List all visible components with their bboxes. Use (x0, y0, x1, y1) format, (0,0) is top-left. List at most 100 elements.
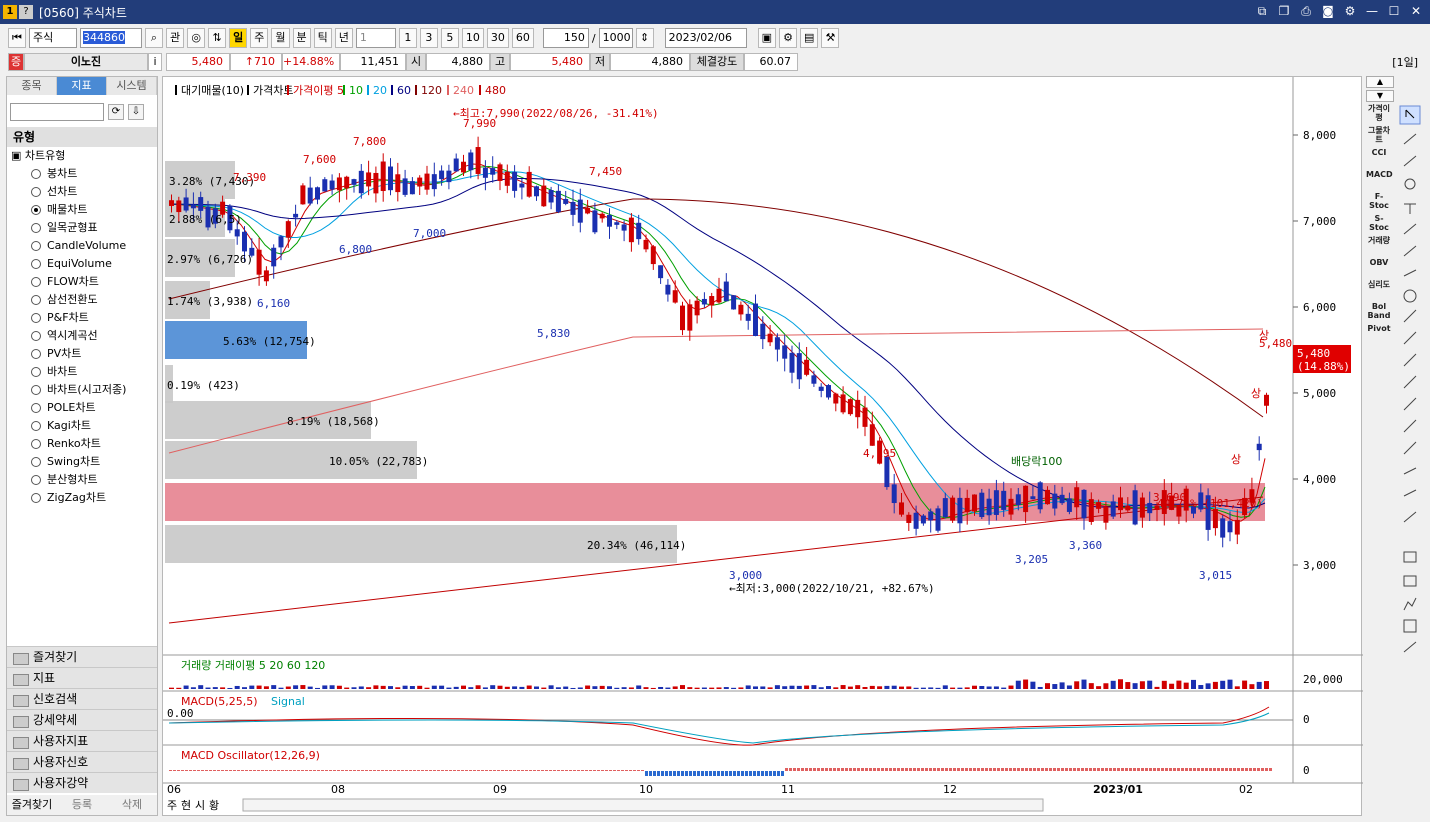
info-icon[interactable]: i (148, 53, 162, 71)
total-input[interactable]: 1000 (598, 28, 633, 48)
interval-30[interactable]: 30 (486, 28, 509, 48)
period-year[interactable]: 년 (334, 28, 353, 48)
chart-type-item[interactable]: Renko차트 (7, 435, 157, 453)
copy-icon[interactable]: ❐ (1276, 3, 1292, 19)
speed-line-icon[interactable] (1403, 441, 1417, 455)
radio-icon[interactable] (31, 259, 41, 269)
delete-button[interactable]: 삭제 (107, 795, 157, 815)
folder-item[interactable]: 사용자신호 (7, 751, 157, 772)
chart-type-item[interactable]: 일목균형표 (7, 219, 157, 237)
line-tool-icon[interactable] (1403, 155, 1417, 167)
chart-type-item[interactable]: 바차트 (7, 363, 157, 381)
print-icon[interactable]: ⎙ (1298, 3, 1314, 19)
subsection-title[interactable]: ▣ 차트유형 (7, 147, 157, 165)
scroll-down-icon[interactable]: ▼ (1366, 90, 1394, 102)
tab-system[interactable]: 시스템 (107, 77, 157, 95)
radio-icon[interactable] (31, 241, 41, 251)
download-icon[interactable]: ⇩ (128, 104, 144, 120)
window-icon[interactable] (1403, 551, 1417, 563)
minimize-icon[interactable]: — (1364, 3, 1380, 19)
gann-icon[interactable] (1403, 353, 1417, 367)
bar-chart-icon[interactable] (1403, 597, 1417, 611)
camera-icon[interactable]: ◙ (1320, 3, 1336, 19)
indicator-tool-item[interactable]: MACD (1366, 170, 1393, 190)
trend-line-icon[interactable] (1403, 223, 1417, 235)
chart-type-item[interactable]: EquiVolume (7, 255, 157, 273)
indicator-tool-item[interactable]: F-Stoc (1366, 192, 1392, 212)
ray-line-icon[interactable] (1403, 245, 1417, 257)
refresh-icon[interactable]: ⟳ (108, 104, 124, 120)
chart-type-item[interactable]: Swing차트 (7, 453, 157, 471)
chart-type-item[interactable]: 매물차트 (7, 201, 157, 219)
chart-area[interactable]: 대기매물(10) 가격차트 가격이평 5 10 20 60 120 240 480 8,000 7,… (162, 76, 1363, 816)
interval-5[interactable]: 5 (440, 28, 459, 48)
folder-item[interactable]: 사용자지표 (7, 730, 157, 751)
save-icon[interactable]: ▣ (757, 28, 776, 48)
tab-indicators[interactable]: 지표 (57, 77, 107, 95)
drawing-tools-svg[interactable] (1398, 104, 1422, 664)
search-icon[interactable]: ⌕ (145, 28, 163, 48)
folder-item[interactable]: 지표 (7, 667, 157, 688)
fibo-icon[interactable] (1403, 309, 1417, 323)
cycle-icon[interactable] (1403, 419, 1417, 433)
period-week[interactable]: 주 (250, 28, 269, 48)
folder-item[interactable]: 강세약세 (7, 709, 157, 730)
angle-icon[interactable] (1403, 375, 1417, 389)
indicator-search-input[interactable] (10, 103, 104, 121)
interval-3[interactable]: 3 (419, 28, 438, 48)
radio-icon[interactable] (31, 187, 41, 197)
pane-scroll-buttons[interactable]: ▲ ▼ (1364, 76, 1396, 106)
radio-icon[interactable] (31, 475, 41, 485)
zoom-icon[interactable]: ⇕ (635, 28, 654, 48)
wrench-icon[interactable] (1403, 641, 1417, 653)
radio-icon[interactable] (31, 313, 41, 323)
list-icon[interactable] (1403, 575, 1417, 587)
radio-icon[interactable] (31, 295, 41, 305)
close-icon[interactable]: ✕ (1408, 3, 1424, 19)
radio-icon[interactable] (31, 403, 41, 413)
indicator-tool-item[interactable]: 거래량 (1366, 236, 1392, 256)
indicator-tool-item[interactable]: 심리도 (1366, 280, 1392, 300)
chart-type-item[interactable]: PV차트 (7, 345, 157, 363)
folder-item[interactable]: 사용자강약 (7, 772, 157, 793)
view-button[interactable]: 관 (166, 28, 185, 48)
radio-icon[interactable] (31, 421, 41, 431)
chart-type-item[interactable]: CandleVolume (7, 237, 157, 255)
period-day[interactable]: 일 (229, 28, 248, 48)
pw-icon[interactable] (1403, 619, 1417, 633)
indicator-tool-item[interactable]: S-Stoc (1366, 214, 1392, 234)
parallel-icon[interactable] (1403, 397, 1417, 411)
channel-icon[interactable] (1403, 331, 1417, 345)
chart-type-item[interactable]: ZigZag차트 (7, 489, 157, 507)
chart-type-item[interactable]: POLE차트 (7, 399, 157, 417)
radio-icon[interactable] (31, 385, 41, 395)
indicator-tool-item[interactable]: Pivot (1366, 324, 1392, 344)
folder-item[interactable]: 즐겨찾기 (7, 646, 157, 667)
chart-type-item[interactable]: 봉차트 (7, 165, 157, 183)
date-select[interactable]: 2023/02/06 (664, 28, 747, 48)
extend-line-icon[interactable] (1403, 269, 1417, 277)
interval-10[interactable]: 10 (461, 28, 484, 48)
scroll-up-icon[interactable]: ▲ (1366, 76, 1394, 88)
updown-icon[interactable]: ⇅ (208, 28, 227, 48)
chart-type-item[interactable]: P&F차트 (7, 309, 157, 327)
maximize-icon[interactable]: ☐ (1386, 3, 1402, 19)
count-input[interactable]: 150 (542, 28, 589, 48)
tools-icon[interactable]: ⚒ (821, 28, 840, 48)
settings-icon[interactable]: ⚙ (779, 28, 797, 48)
interval-select[interactable]: 1 (355, 28, 396, 48)
radio-icon[interactable] (31, 331, 41, 341)
indicator-tool-item[interactable]: Bol Band (1366, 302, 1392, 322)
tab-stocks[interactable]: 종목 (7, 77, 57, 95)
disk-icon[interactable]: ▤ (800, 28, 819, 48)
radio-icon[interactable] (31, 277, 41, 287)
section-title[interactable]: 유형 (7, 127, 157, 147)
indicator-tool-item[interactable]: 그물차트 (1366, 126, 1392, 146)
favorites-button[interactable]: 즐겨찾기 (7, 795, 57, 815)
gear-icon[interactable]: ⚙ (1342, 3, 1358, 19)
radio-icon[interactable] (31, 169, 41, 179)
chart-type-item[interactable]: 역시계곡선 (7, 327, 157, 345)
interval-60[interactable]: 60 (511, 28, 534, 48)
radio-icon[interactable] (31, 457, 41, 467)
period-minute[interactable]: 분 (292, 28, 311, 48)
